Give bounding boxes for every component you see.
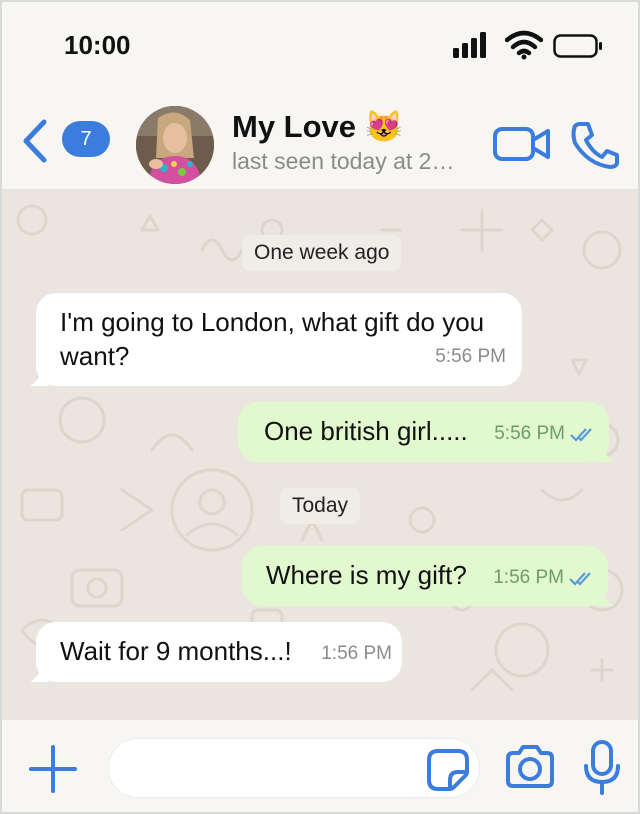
bubble-tail (596, 588, 614, 606)
chat-area[interactable]: One week ago I'm going to London, what g… (2, 190, 638, 720)
message-text: Where is my gift? (266, 560, 467, 590)
microphone-icon[interactable] (582, 740, 622, 796)
bubble-tail (30, 664, 48, 682)
camera-icon[interactable] (504, 744, 556, 790)
chat-header: 7 My Love 😻 last seen today at 2… (2, 94, 638, 190)
message-time: 1:56 PM (493, 561, 596, 595)
message-text: One british girl..... (264, 416, 468, 446)
contact-avatar[interactable] (136, 106, 214, 184)
message-input-bar (2, 720, 638, 812)
message-time: 5:56 PM (494, 417, 597, 451)
message-time: 1:56 PM (321, 643, 392, 664)
message-input[interactable] (108, 738, 480, 798)
date-divider: One week ago (242, 235, 402, 271)
wifi-icon (505, 30, 543, 60)
status-time: 10:00 (64, 30, 131, 60)
message-text: Wait for 9 months...! (60, 636, 292, 666)
contact-name[interactable]: My Love 😻 (232, 108, 403, 145)
message-text: I'm going to London, what gift do you wa… (60, 307, 485, 371)
sticker-icon[interactable] (426, 748, 470, 792)
cellular-signal-icon (453, 32, 486, 58)
last-seen-status: last seen today at 2… (232, 148, 455, 174)
battery-icon (553, 34, 602, 58)
message-time: 5:56 PM (435, 346, 506, 367)
status-bar: 10:00 (2, 2, 638, 94)
read-receipt-icon (570, 428, 592, 442)
bubble-tail (30, 368, 48, 386)
message-bubble-outgoing[interactable]: One british girl..... 5:56 PM (238, 402, 615, 462)
message-bubble-incoming[interactable]: Wait for 9 months...! 1:56 PM (30, 622, 402, 682)
message-bubble-outgoing[interactable]: Where is my gift? 1:56 PM (242, 546, 614, 606)
back-chevron-icon[interactable] (20, 118, 50, 164)
video-call-icon[interactable] (492, 126, 552, 162)
phone-call-icon[interactable] (570, 121, 620, 169)
phone-screen: 10:00 7 My Love 😻 last seen today at 2… … (0, 0, 640, 814)
message-bubble-incoming[interactable]: I'm going to London, what gift do you wa… (30, 293, 522, 386)
bubble-tail (597, 444, 615, 462)
read-receipt-icon (569, 572, 591, 586)
unread-count-badge[interactable]: 7 (62, 121, 110, 157)
date-divider: Today (280, 488, 361, 524)
plus-icon[interactable] (28, 744, 78, 794)
